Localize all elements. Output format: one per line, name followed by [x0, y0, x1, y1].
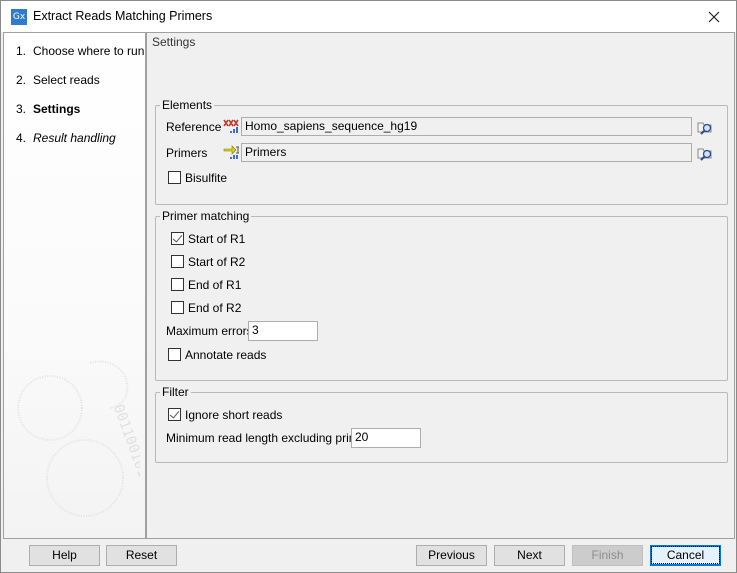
bisulfite-check-box[interactable]	[168, 171, 181, 185]
end-of-r2-checkbox[interactable]: End of R2	[171, 300, 241, 316]
primers-icon	[223, 145, 239, 159]
step-choose-where-to-run: 1. Choose where to run	[16, 44, 145, 58]
next-button[interactable]: Next	[494, 545, 565, 566]
browse-primers-icon[interactable]	[696, 145, 714, 161]
annotate-reads-checkbox[interactable]: Annotate reads	[168, 347, 266, 363]
step-select-reads: 2. Select reads	[16, 73, 100, 87]
svg-text:0011001011010: 0011001011010	[110, 402, 140, 510]
step-result-handling: 4. Result handling	[16, 131, 116, 145]
title-bar: Gx Extract Reads Matching Primers	[1, 1, 736, 32]
wizard-steps-panel: 1. Choose where to run 2. Select reads 3. S…	[3, 32, 146, 539]
ignore-short-reads-checkbox[interactable]: Ignore short reads	[168, 407, 282, 423]
end-of-r2-check-box[interactable]	[171, 301, 184, 315]
ignore-short-reads-check-box[interactable]	[168, 408, 181, 422]
step-settings: 3. Settings	[16, 102, 81, 116]
start-of-r2-check-box[interactable]	[171, 255, 184, 269]
primers-field[interactable]: Primers	[241, 143, 692, 162]
reference-field[interactable]: Homo_sapiens_sequence_hg19	[241, 117, 692, 136]
window-title: Extract Reads Matching Primers	[33, 9, 213, 23]
app-icon: Gx	[11, 9, 27, 25]
reset-button[interactable]: Reset	[106, 545, 177, 566]
filter-group: Filter	[155, 385, 728, 463]
maximum-errors-input[interactable]: 3	[248, 321, 318, 341]
end-of-r1-checkbox[interactable]: End of R1	[171, 277, 241, 293]
elements-legend: Elements	[162, 98, 213, 112]
reference-sequence-icon	[223, 119, 239, 133]
end-of-r1-check-box[interactable]	[171, 278, 184, 292]
maximum-errors-label: Maximum errors	[166, 324, 253, 338]
dialog-window: Gx Extract Reads Matching Primers 1. Choo…	[0, 0, 737, 573]
start-of-r2-checkbox[interactable]: Start of R2	[171, 254, 245, 270]
cancel-button-label: Cancel	[650, 546, 721, 564]
cancel-button[interactable]: Cancel	[650, 545, 721, 566]
close-button[interactable]	[692, 1, 736, 32]
close-icon	[708, 11, 720, 23]
binary-swirl-watermark: 0011001011010	[17, 360, 140, 517]
annotate-reads-check-box[interactable]	[168, 348, 181, 362]
panel-title: Settings	[152, 35, 196, 49]
reference-label: Reference	[166, 120, 222, 134]
primer-matching-legend: Primer matching	[162, 209, 250, 223]
start-of-r1-check-box[interactable]	[171, 232, 184, 246]
finish-button[interactable]: Finish	[572, 545, 643, 566]
start-of-r1-checkbox[interactable]: Start of R1	[171, 231, 245, 247]
help-button[interactable]: Help	[29, 545, 100, 566]
primers-label: Primers	[166, 146, 208, 160]
settings-panel: Settings Elements Reference Homo_sapiens…	[146, 32, 735, 539]
previous-button[interactable]: Previous	[416, 545, 487, 566]
min-read-length-label: Minimum read length excluding primer	[166, 431, 370, 445]
bisulfite-checkbox[interactable]: Bisulfite	[168, 170, 227, 186]
filter-legend: Filter	[162, 385, 189, 399]
min-read-length-input[interactable]: 20	[351, 428, 421, 448]
browse-reference-icon[interactable]	[696, 119, 714, 135]
